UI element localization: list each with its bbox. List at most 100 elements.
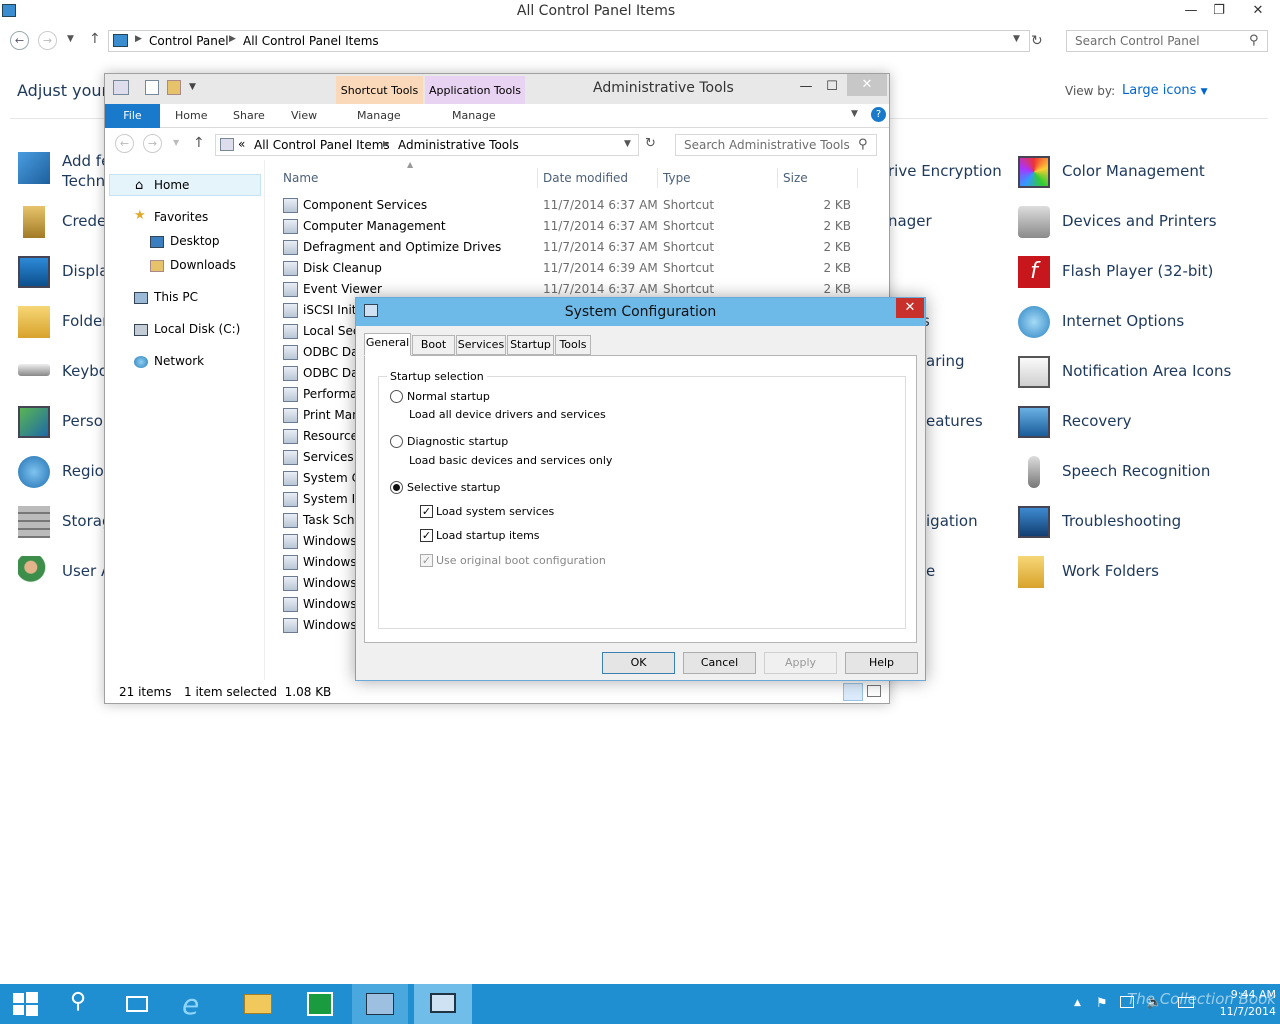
load-system-services-checkbox[interactable]: ✓ [420,505,433,518]
task-view-button[interactable] [108,984,168,1024]
recent-chevron-icon[interactable]: ▼ [67,34,74,44]
cp-item-user-e[interactable]: e [926,562,935,580]
control-panel-search-input[interactable]: Search Control Panel ⚲ [1066,30,1268,52]
column-type[interactable]: Type [663,171,691,185]
column-size[interactable]: Size [783,171,808,185]
refresh-icon[interactable]: ↻ [645,136,656,151]
breadcrumb-all-items[interactable]: All Control Panel Items [254,138,390,152]
help-button[interactable]: Help [845,652,918,674]
column-divider[interactable] [857,168,858,188]
search-icon[interactable]: ⚲ [1249,33,1259,48]
store-button[interactable] [290,984,350,1024]
tab-home[interactable]: Home [175,109,207,122]
shortcut-icon [283,303,298,318]
restore-button[interactable]: ❐ [1204,0,1234,22]
help-icon[interactable]: ? [871,107,886,122]
breadcrumb-all-items[interactable]: All Control Panel Items [243,34,379,48]
column-name[interactable]: Name [283,171,318,185]
ok-button[interactable]: OK [602,652,675,674]
breadcrumb-admin-tools[interactable]: Administrative Tools [398,138,519,152]
clock-date[interactable]: 11/7/2014 [1202,1005,1276,1018]
load-startup-items-label[interactable]: Load startup items [436,529,540,542]
selective-startup-radio[interactable] [390,481,403,494]
properties-icon[interactable] [145,80,159,95]
apply-button[interactable]: Apply [764,652,837,674]
control-panel-taskbar-button[interactable] [352,984,408,1024]
control-panel-address-bar[interactable]: ▶ Control Panel ▶ All Control Panel Item… [108,30,1030,52]
file-row[interactable]: Component Services 11/7/2014 6:37 AM Short… [277,195,887,216]
cp-item-bitlocker[interactable]: rive Encryption [888,162,1002,180]
tab-general[interactable]: General [364,333,411,356]
file-row[interactable]: Computer Management 11/7/2014 6:37 AM Shor… [277,216,887,237]
tab-share[interactable]: Share [233,109,265,122]
internet-explorer-button[interactable]: e [168,984,228,1024]
breadcrumb-control-panel[interactable]: Control Panel [149,34,229,48]
tab-tools[interactable]: Tools [555,335,591,355]
nav-local-disk[interactable]: Local Disk (C:) [154,322,240,336]
back-icon[interactable]: ← [10,31,29,50]
system-configuration-taskbar-button[interactable] [414,984,472,1024]
column-divider[interactable] [537,168,538,188]
storage-icon [18,506,50,538]
forward-icon[interactable]: → [38,31,57,50]
nav-downloads[interactable]: Downloads [170,258,236,272]
show-hidden-icons-chevron-icon[interactable]: ▲ [1074,998,1081,1008]
up-arrow-icon[interactable]: ↑ [193,135,205,151]
refresh-icon[interactable]: ↻ [1031,33,1043,49]
column-date-modified[interactable]: Date modified [543,171,628,185]
admin-tools-address-bar[interactable]: « All Control Panel Items ▶ Administrati… [215,134,639,156]
normal-startup-radio[interactable] [390,390,403,403]
diagnostic-startup-label[interactable]: Diagnostic startup [407,435,508,448]
close-button[interactable]: ✕ [847,74,887,96]
admin-tools-search-input[interactable]: Search Administrative Tools ⚲ [675,134,877,156]
tab-view[interactable]: View [291,109,317,122]
normal-startup-label[interactable]: Normal startup [407,390,490,403]
diagnostic-startup-radio[interactable] [390,435,403,448]
search-button[interactable]: ⚲ [52,984,112,1024]
file-row[interactable]: Disk Cleanup 11/7/2014 6:39 AM Shortcut 2 K… [277,258,887,279]
column-divider[interactable] [777,168,778,188]
address-dropdown-icon[interactable]: ▼ [624,139,631,149]
load-system-services-label[interactable]: Load system services [436,505,554,518]
file-row[interactable]: Defragment and Optimize Drives 11/7/2014 … [277,237,887,258]
nav-home[interactable]: Home [154,178,189,192]
back-icon[interactable]: ← [115,134,134,153]
large-icons-view-icon[interactable] [867,685,881,697]
column-divider[interactable] [657,168,658,188]
cp-item-programs-features[interactable]: eatures [926,412,983,430]
breadcrumb-overflow[interactable]: « [238,137,245,151]
start-button[interactable] [0,984,50,1024]
cp-item-navigation[interactable]: igation [926,512,978,530]
nav-this-pc[interactable]: This PC [154,290,198,304]
details-view-icon[interactable] [843,683,863,701]
nav-desktop[interactable]: Desktop [170,234,220,248]
tab-file[interactable]: File [105,104,160,128]
close-button[interactable]: ✕ [896,298,924,318]
load-startup-items-checkbox[interactable]: ✓ [420,529,433,542]
cancel-button[interactable]: Cancel [683,652,756,674]
forward-icon[interactable]: → [143,134,162,153]
clock-time[interactable]: 9:44 AM [1202,988,1276,1001]
tab-boot[interactable]: Boot [412,335,455,355]
quick-access-dropdown-icon[interactable]: ▼ [189,82,196,92]
new-folder-icon[interactable] [167,80,181,95]
maximize-button[interactable]: ☐ [817,76,847,98]
cp-item-device-manager[interactable]: nager [888,212,932,230]
tab-manage-application[interactable]: Manage [452,109,496,122]
tab-services[interactable]: Services [456,335,506,355]
file-explorer-button[interactable] [228,984,288,1024]
nav-favorites[interactable]: Favorites [154,210,208,224]
view-by-dropdown[interactable]: Large icons ▼ [1122,83,1208,98]
nav-network[interactable]: Network [154,354,204,368]
up-arrow-icon[interactable]: ↑ [89,31,101,47]
tab-startup[interactable]: Startup [507,335,554,355]
recent-chevron-icon[interactable]: ▼ [173,138,179,147]
cp-item-homegroup-sharing[interactable]: aring [926,352,965,370]
search-icon[interactable]: ⚲ [858,137,868,152]
tab-manage-shortcut[interactable]: Manage [357,109,401,122]
minimize-button[interactable]: — [1176,0,1206,22]
close-button[interactable]: ✕ [1238,0,1278,22]
ribbon-expand-icon[interactable]: ▼ [851,109,858,119]
selective-startup-label[interactable]: Selective startup [407,481,500,494]
address-dropdown-icon[interactable]: ▼ [1013,34,1020,44]
